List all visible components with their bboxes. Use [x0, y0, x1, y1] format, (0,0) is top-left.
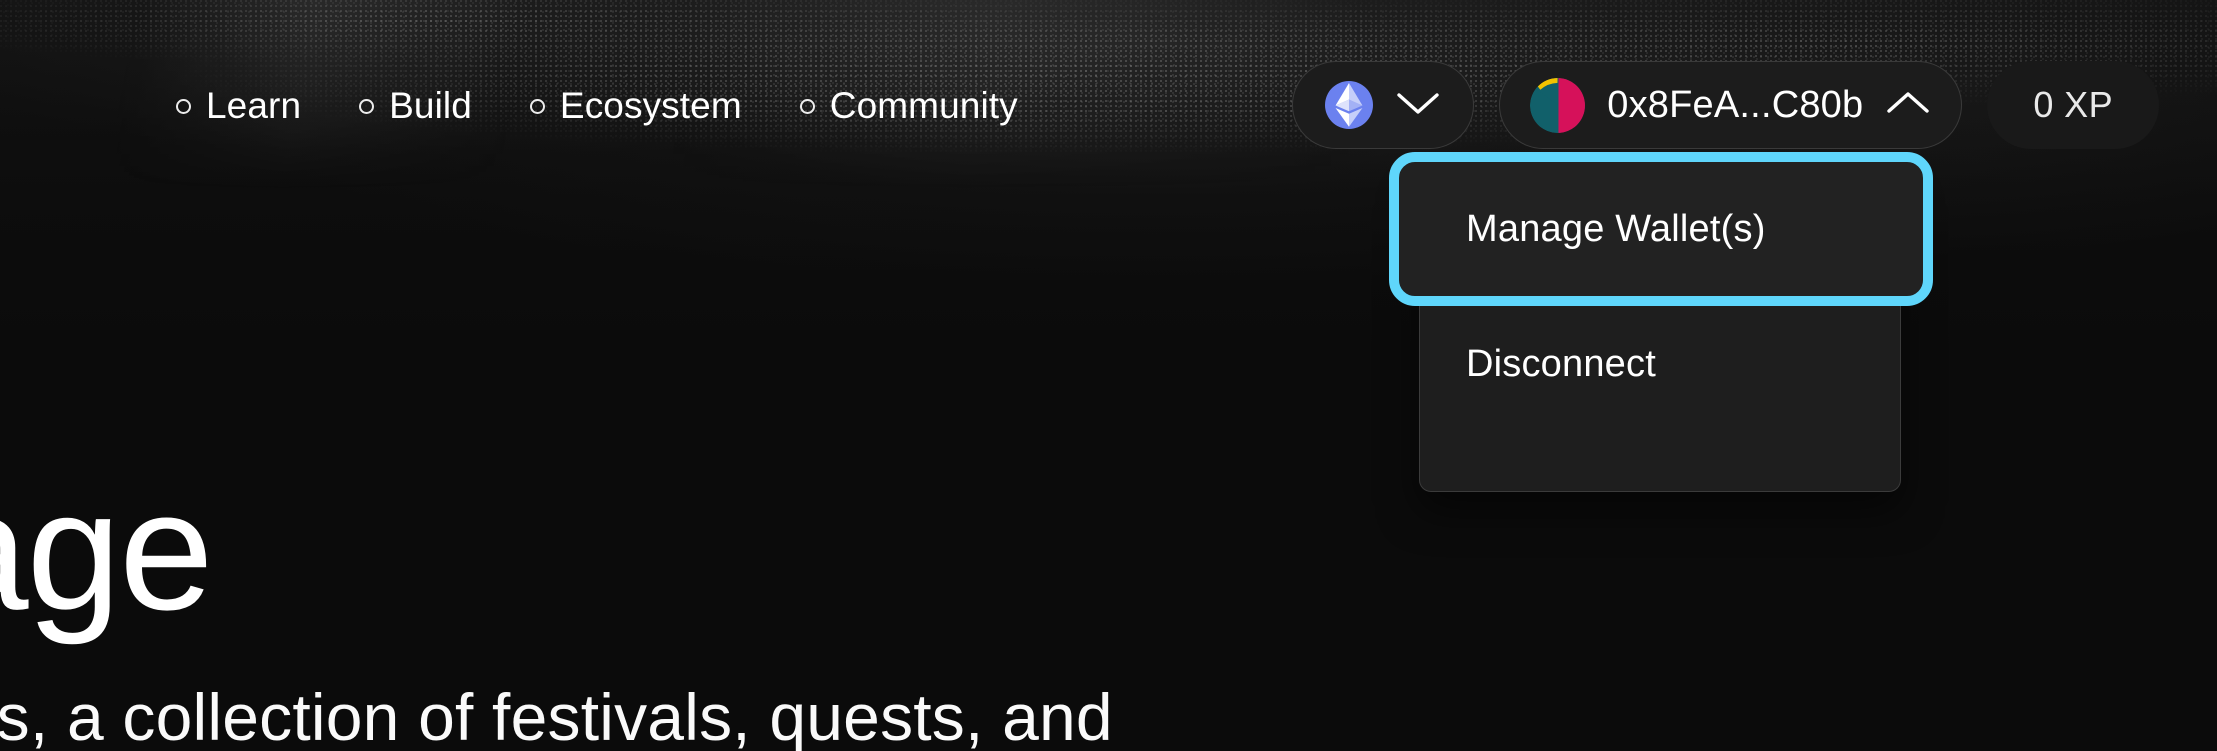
nav-item-build[interactable]: Build — [359, 49, 472, 124]
network-selector-button[interactable] — [1292, 61, 1475, 149]
nav-item-label: Ecosystem — [559, 84, 742, 126]
wallet-avatar-icon — [1530, 77, 1586, 133]
ethereum-icon — [1325, 81, 1374, 129]
nav-item-learn[interactable]: Learn — [176, 49, 301, 124]
ring-icon — [529, 98, 545, 114]
hero-subtitle: ions, a collection of festivals, quests,… — [0, 680, 1113, 751]
wallet-button[interactable]: 0x8FeA...C80b — [1499, 61, 1963, 149]
primary-nav: Learn Build Ecosystem Community — [176, 49, 1018, 124]
xp-label: 0 XP — [2033, 84, 2113, 125]
nav-item-community[interactable]: Community — [799, 49, 1018, 126]
wallet-dropdown-menu: Manage Wallet(s) Disconnect — [1389, 152, 1933, 492]
ring-icon — [799, 98, 815, 114]
ring-icon — [359, 98, 375, 114]
chevron-up-icon — [1885, 89, 1931, 122]
nav-item-label: Community — [829, 84, 1018, 126]
nav-item-label: Learn — [206, 84, 302, 126]
xp-badge: 0 XP — [1987, 61, 2159, 149]
menu-item-manage-wallets[interactable]: Manage Wallet(s) — [1389, 152, 1933, 306]
wallet-address-label: 0x8FeA...C80b — [1607, 84, 1864, 126]
nav-item-label: Build — [389, 84, 472, 126]
nav-item-ecosystem[interactable]: Ecosystem — [529, 49, 742, 126]
page-root: age ions, a collection of festivals, que… — [0, 0, 2217, 751]
header-actions: 0x8FeA...C80b 0 XP — [1292, 23, 2159, 149]
page-title: age — [0, 456, 214, 646]
chevron-down-icon — [1395, 89, 1441, 122]
ring-icon — [176, 98, 191, 114]
site-header: Learn Build Ecosystem Community 0x8FeA..… — [0, 0, 2217, 172]
